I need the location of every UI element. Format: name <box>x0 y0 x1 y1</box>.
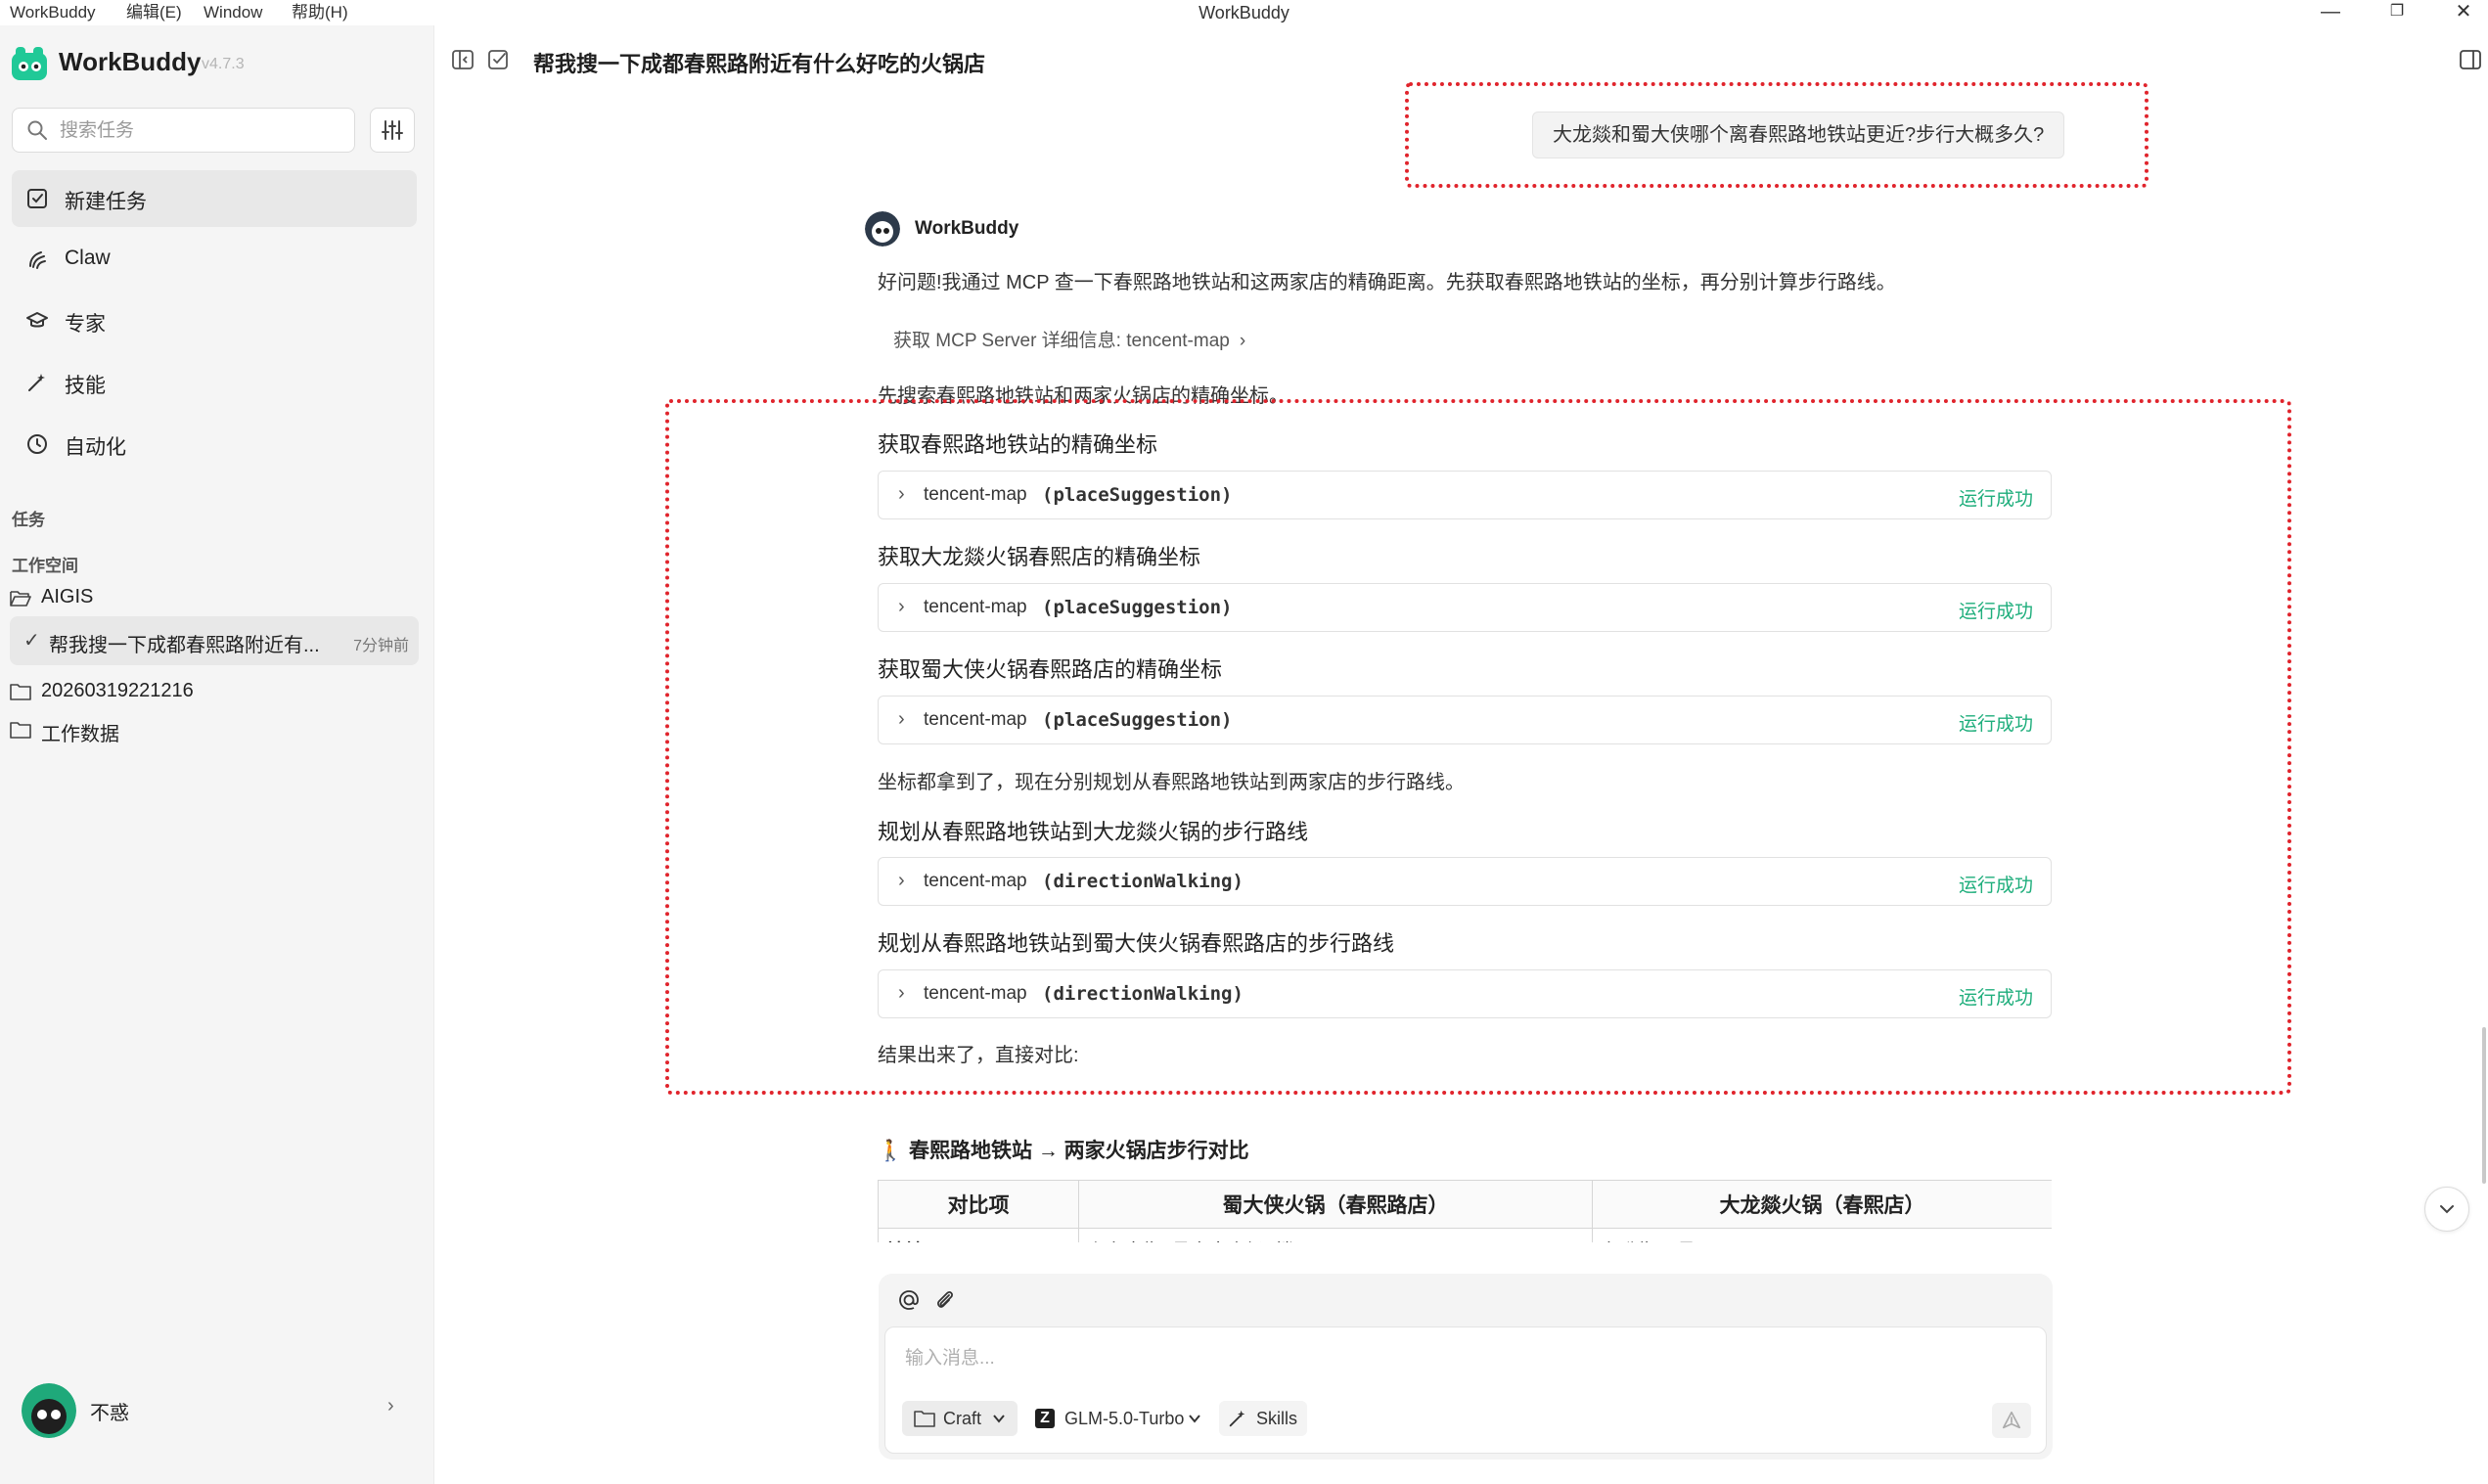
nav-label: Claw <box>65 247 111 269</box>
workspace-label: 工作数据 <box>41 724 119 745</box>
skills-label: Skills <box>1256 1409 1298 1428</box>
scroll-to-bottom-button[interactable] <box>2424 1187 2469 1232</box>
folder-icon <box>10 722 31 739</box>
check-icon: ✓ <box>23 630 40 652</box>
active-task-item[interactable]: ✓ 帮我搜一下成都春熙路附近有... 7分钟前 <box>10 616 419 665</box>
right-panel-toggle-icon[interactable] <box>2458 47 2483 72</box>
menu-window[interactable]: Window <box>204 0 262 25</box>
nav-new-task[interactable]: 新建任务 <box>12 170 417 227</box>
at-mention-icon[interactable] <box>896 1287 922 1313</box>
workspace-work-data[interactable]: 工作数据 <box>8 713 419 746</box>
sliders-icon <box>382 120 403 140</box>
table-header: 蜀大侠火锅（春熙路店） <box>1078 1180 1593 1229</box>
content-fade <box>861 1242 2074 1262</box>
workspace-label: 20260319221216 <box>41 680 194 701</box>
workbuddy-logo-icon <box>12 47 47 80</box>
title-bar: WorkBuddy WorkBuddy 编辑(E) Window 帮助(H) —… <box>0 0 2488 25</box>
clock-icon <box>27 434 47 454</box>
assistant-avatar <box>865 211 900 247</box>
skills-button[interactable]: Skills <box>1219 1401 1307 1436</box>
graduation-cap-icon <box>26 312 48 328</box>
chevron-right-icon[interactable]: › <box>387 1395 394 1417</box>
model-label: GLM-5.0-Turbo <box>1064 1409 1185 1428</box>
avatar[interactable] <box>22 1383 76 1438</box>
highlight-user-question <box>1405 82 2149 188</box>
sidebar: WorkBuddy v4.7.3 新建任务 Claw <box>0 25 434 1484</box>
table-header-row: 对比项 蜀大侠火锅（春熙路店） 大龙燚火锅（春熙店） <box>878 1180 2052 1229</box>
close-button[interactable]: ✕ <box>2439 0 2488 25</box>
claw-icon <box>29 251 46 269</box>
filter-button[interactable] <box>370 108 415 153</box>
chevron-down-icon <box>993 1415 1005 1423</box>
folder-icon <box>914 1411 935 1427</box>
wand-icon <box>28 374 45 391</box>
task-time: 7分钟前 <box>353 638 409 654</box>
wand-icon <box>1229 1410 1245 1427</box>
table-header: 对比项 <box>878 1180 1079 1229</box>
edit-icon <box>27 189 47 208</box>
search-icon <box>27 120 47 140</box>
user-name[interactable]: 不惑 <box>90 1397 129 1425</box>
minimize-button[interactable]: — <box>2306 0 2355 25</box>
mode-label: Craft <box>943 1409 982 1428</box>
nav-label: 技能 <box>65 375 106 397</box>
assistant-intro: 好问题!我通过 MCP 查一下春熙路地铁站和这两家店的精确距离。先获取春熙路地铁… <box>878 272 1896 293</box>
nav-label: 自动化 <box>65 436 126 459</box>
table-header: 大龙燚火锅（春熙店） <box>1592 1180 2052 1229</box>
workspace-label: AIGIS <box>41 586 94 607</box>
mode-select[interactable]: Craft <box>902 1401 1018 1436</box>
menu-help[interactable]: 帮助(H) <box>292 0 348 25</box>
paperclip-icon[interactable] <box>931 1287 957 1313</box>
message-input[interactable] <box>903 1343 1983 1374</box>
brand-name: WorkBuddy <box>59 47 202 76</box>
zhipu-logo-icon: Z <box>1035 1409 1055 1428</box>
nav-automation[interactable]: 自动化 <box>12 416 417 472</box>
send-icon <box>2002 1411 2021 1429</box>
model-select[interactable]: Z GLM-5.0-Turbo <box>1029 1401 1209 1436</box>
send-button[interactable] <box>1992 1403 2031 1438</box>
workspace-section-label: 工作空间 <box>12 557 78 575</box>
nav-skills[interactable]: 技能 <box>12 354 417 411</box>
highlight-tool-calls <box>665 399 2291 1095</box>
scrollbar-thumb[interactable] <box>2482 1027 2486 1184</box>
tasks-section-label: 任务 <box>12 511 45 529</box>
nav-label: 专家 <box>65 313 106 336</box>
chevron-down-icon <box>1189 1415 1200 1423</box>
new-task-icon[interactable] <box>486 47 512 72</box>
mcp-details-link[interactable]: 获取 MCP Server 详细信息: tencent-map › <box>893 326 1245 352</box>
nav-claw[interactable]: Claw <box>12 231 417 288</box>
chevron-right-icon: › <box>1239 331 1246 351</box>
nav-label: 新建任务 <box>65 191 147 213</box>
mcp-link-label: 获取 MCP Server 详细信息: tencent-map <box>893 331 1230 351</box>
restore-button[interactable]: ❐ <box>2373 0 2421 25</box>
chevron-down-icon <box>2440 1205 2454 1214</box>
menu-workbuddy[interactable]: WorkBuddy <box>10 0 96 25</box>
search-input[interactable] <box>58 116 345 146</box>
task-search-box[interactable] <box>12 108 355 153</box>
toggle-sidebar-icon[interactable] <box>450 47 475 72</box>
task-label: 帮我搜一下成都春熙路附近有... <box>49 635 320 656</box>
window-title: WorkBuddy <box>1199 3 1289 22</box>
folder-open-icon <box>10 591 31 607</box>
workspace-aigis[interactable]: AIGIS <box>8 581 419 614</box>
version-label: v4.7.3 <box>202 56 245 72</box>
menu-edit[interactable]: 编辑(E) <box>126 0 182 25</box>
nav-experts[interactable]: 专家 <box>12 292 417 349</box>
folder-icon <box>10 684 31 700</box>
assistant-name: WorkBuddy <box>915 218 1019 239</box>
workspace-20260319221216[interactable]: 20260319221216 <box>8 675 419 708</box>
table-title: 🚶 春熙路地铁站 → 两家火锅店步行对比 <box>878 1140 1249 1162</box>
page-title: 帮我搜一下成都春熙路附近有什么好吃的火锅店 <box>533 52 986 76</box>
